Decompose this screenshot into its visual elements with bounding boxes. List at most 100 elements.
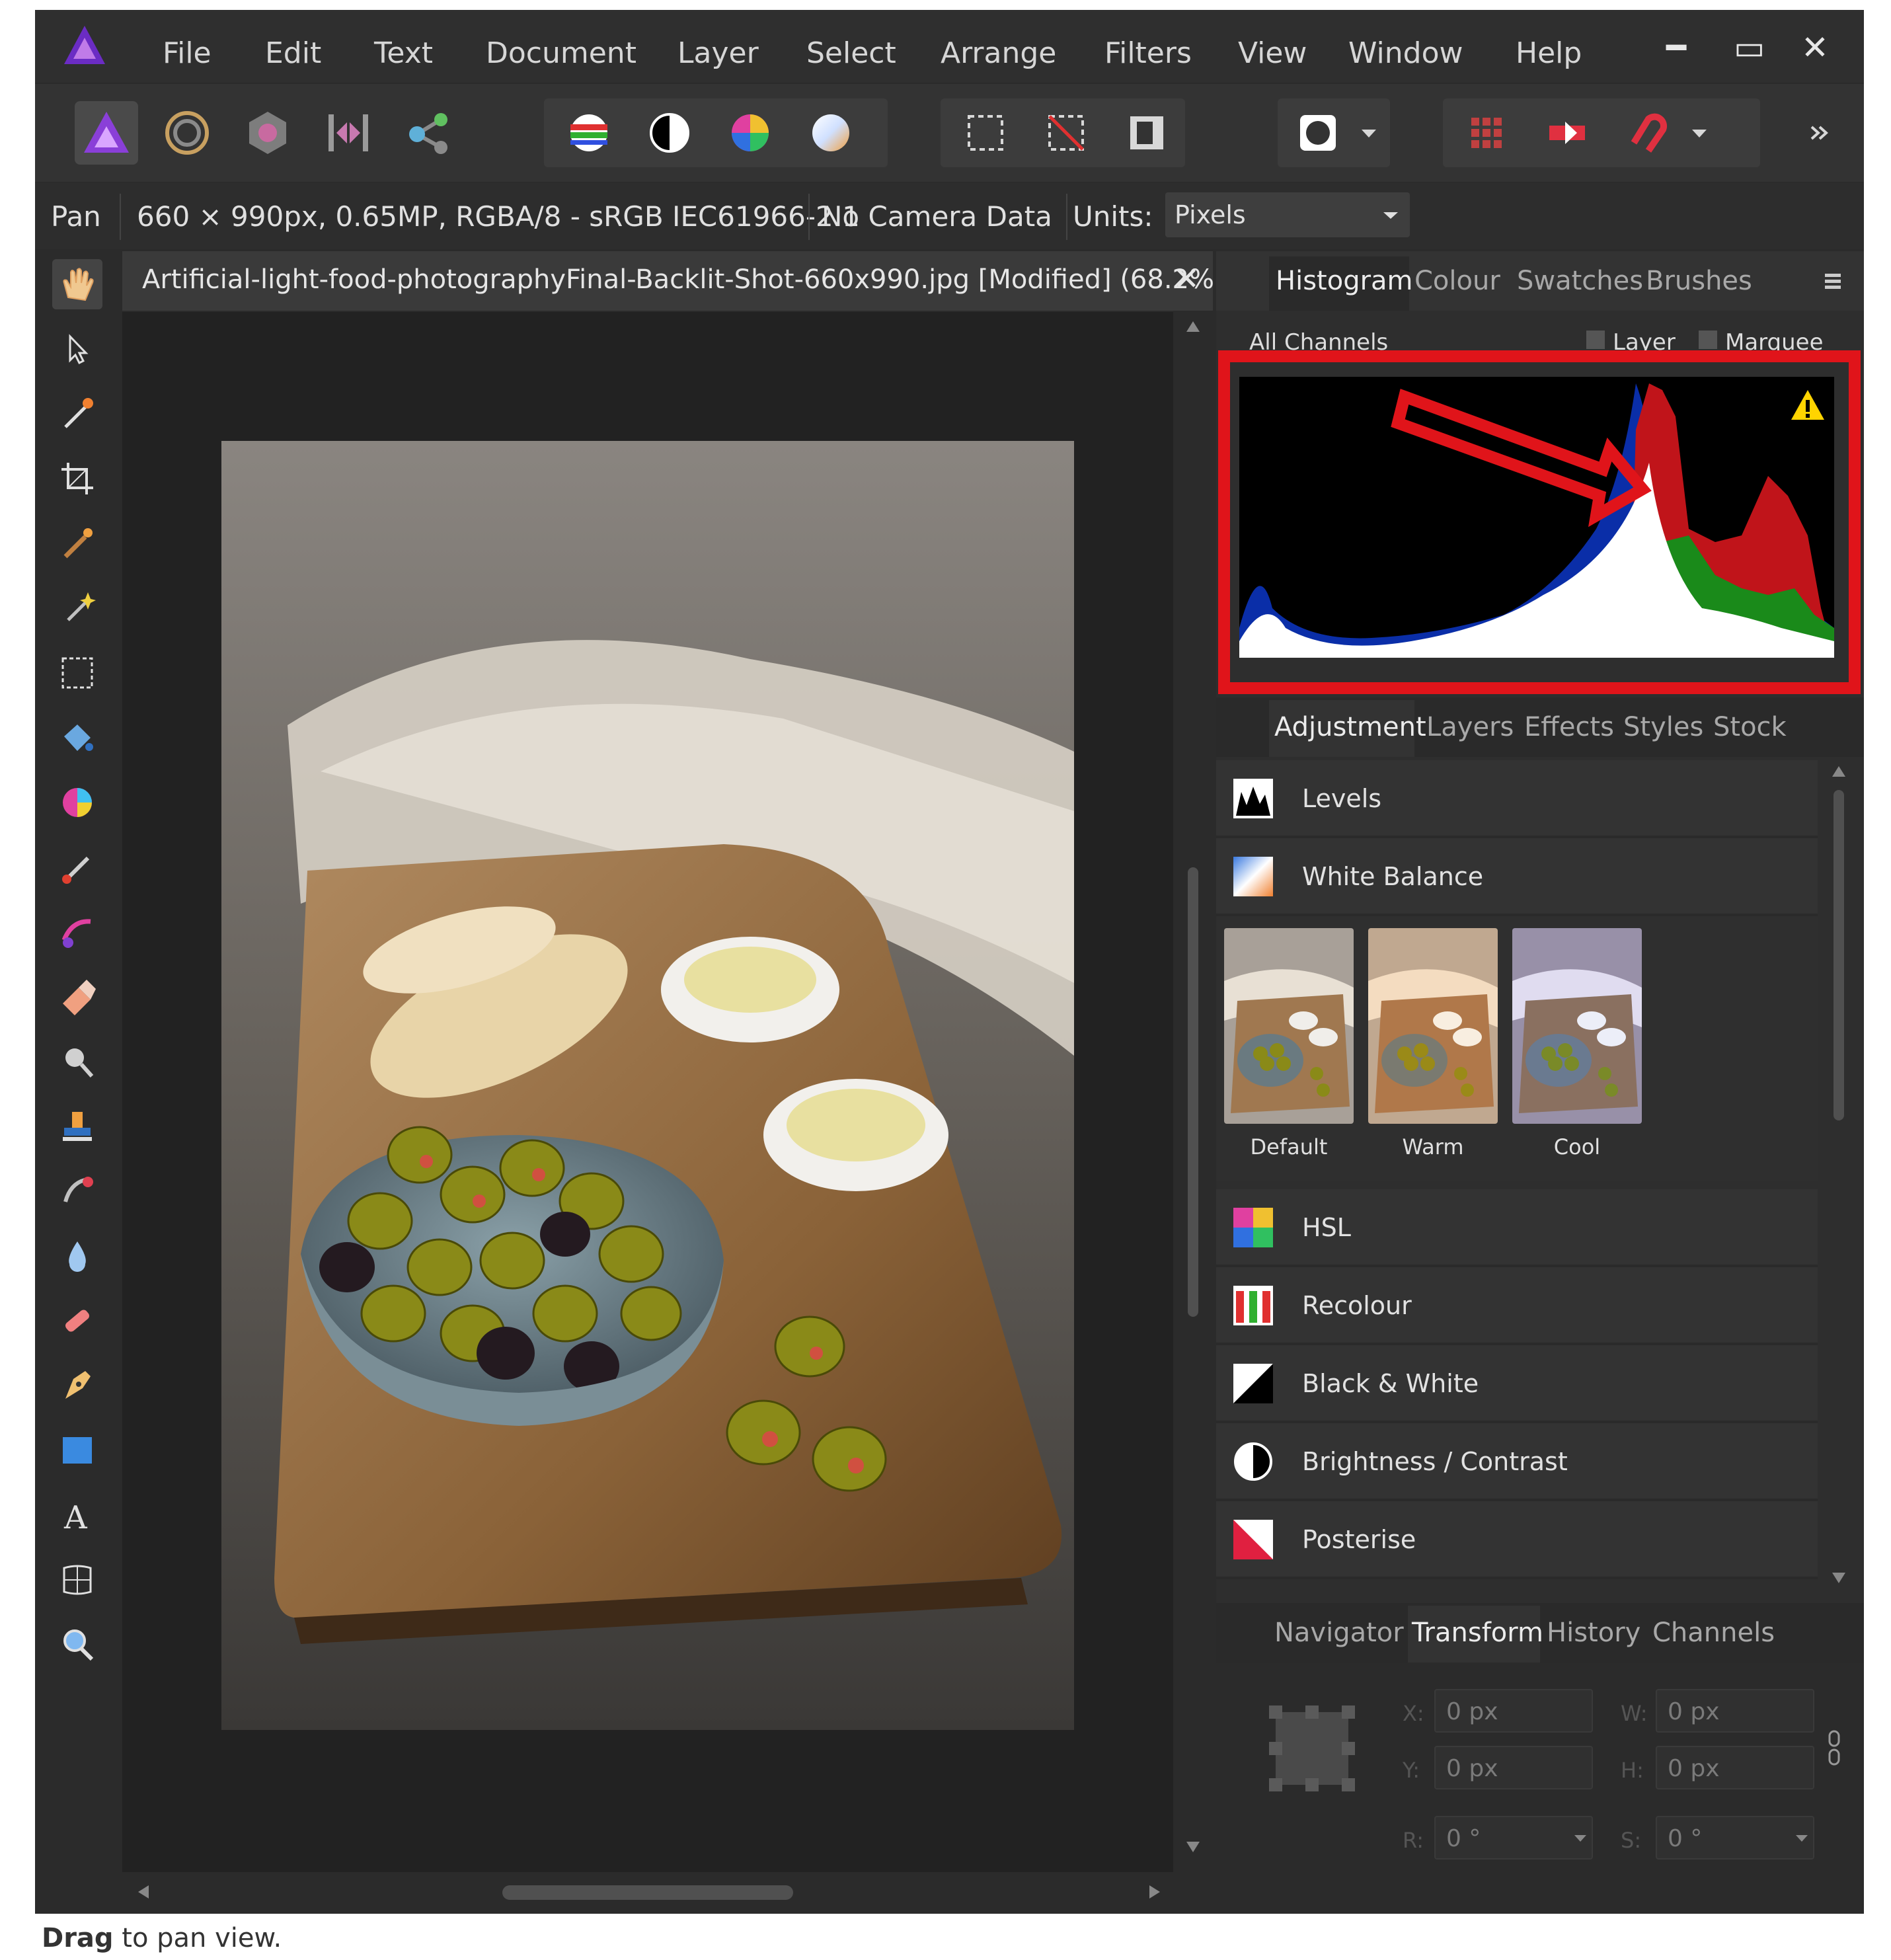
develop-persona-icon[interactable] xyxy=(236,101,299,165)
scroll-right-arrow-icon[interactable] xyxy=(1147,1884,1163,1900)
colour-wheel-icon[interactable] xyxy=(718,101,782,165)
grid-icon[interactable] xyxy=(1455,101,1518,165)
mesh-warp-icon[interactable] xyxy=(52,1555,102,1605)
tab-brushes[interactable]: Brushes xyxy=(1646,266,1752,296)
app-logo-icon[interactable] xyxy=(61,23,108,69)
tab-channels[interactable]: Channels xyxy=(1652,1618,1775,1648)
menu-file[interactable]: File xyxy=(163,36,212,70)
tab-navigator[interactable]: Navigator xyxy=(1274,1618,1404,1648)
healing-brush-icon[interactable] xyxy=(52,1166,102,1216)
adjustment-white-balance[interactable]: White Balance xyxy=(1216,838,1818,916)
adjustment-posterise[interactable]: Posterise xyxy=(1216,1501,1818,1579)
adjustment-hsl[interactable]: HSL xyxy=(1216,1189,1818,1267)
preset-warm[interactable] xyxy=(1368,928,1498,1124)
toolbar-overflow-icon[interactable] xyxy=(1800,101,1839,165)
tab-adjustment[interactable]: Adjustment xyxy=(1274,712,1426,742)
units-select[interactable]: Pixels xyxy=(1165,192,1410,237)
anchor-grid-icon[interactable] xyxy=(1269,1705,1355,1791)
menu-view[interactable]: View xyxy=(1238,36,1307,70)
adjustment-black-white[interactable]: Black & White xyxy=(1216,1345,1818,1423)
menu-arrange[interactable]: Arrange xyxy=(941,36,1056,70)
chevron-down-icon[interactable] xyxy=(1795,1831,1809,1846)
deselect-icon[interactable] xyxy=(1034,101,1098,165)
scroll-left-arrow-icon[interactable] xyxy=(135,1884,151,1900)
minimize-button[interactable]: ━ xyxy=(1666,28,1686,67)
preset-default[interactable] xyxy=(1224,928,1354,1124)
clone-stamp-icon[interactable] xyxy=(52,1101,102,1152)
menu-select[interactable]: Select xyxy=(806,36,896,70)
paint-brush-icon[interactable] xyxy=(52,842,102,892)
menu-filters[interactable]: Filters xyxy=(1104,36,1192,70)
scroll-down-arrow-icon[interactable] xyxy=(1185,1839,1201,1855)
tab-effects[interactable]: Effects xyxy=(1524,712,1614,742)
panel-menu-icon[interactable] xyxy=(1821,268,1847,295)
tab-transform[interactable]: Transform xyxy=(1412,1618,1543,1648)
zoom-tool-magnifier-icon[interactable] xyxy=(52,1620,102,1670)
tab-stock[interactable]: Stock xyxy=(1713,712,1787,742)
close-document-button[interactable]: ✕ xyxy=(1173,260,1200,297)
menu-window[interactable]: Window xyxy=(1348,36,1463,70)
scroll-up-arrow-icon[interactable] xyxy=(1185,319,1201,334)
pen-tool-icon[interactable] xyxy=(52,1360,102,1411)
liquify-persona-icon[interactable] xyxy=(155,101,219,165)
snapping-magnet-icon[interactable] xyxy=(1616,101,1679,165)
adjustment-recolour[interactable]: Recolour xyxy=(1216,1267,1818,1345)
assistant-icon[interactable] xyxy=(1535,101,1599,165)
menu-edit[interactable]: Edit xyxy=(265,36,321,70)
rectangle-shape-icon[interactable] xyxy=(52,1425,102,1475)
levels-quick-icon[interactable] xyxy=(557,101,621,165)
marquee-checkbox[interactable] xyxy=(1699,331,1717,349)
chevron-down-icon[interactable] xyxy=(1573,1831,1588,1846)
contrast-quick-icon[interactable] xyxy=(638,101,701,165)
h-field[interactable]: 0 px xyxy=(1656,1746,1814,1789)
adjustment-levels[interactable]: Levels xyxy=(1216,760,1818,838)
marquee-tool-icon[interactable] xyxy=(52,648,102,698)
tab-history[interactable]: History xyxy=(1547,1618,1640,1648)
colour-replacement-brush-icon[interactable] xyxy=(52,777,102,828)
erase-brush-icon[interactable] xyxy=(52,972,102,1022)
white-balance-quick-icon[interactable] xyxy=(799,101,863,165)
flood-select-wand-icon[interactable] xyxy=(52,583,102,633)
tab-styles[interactable]: Styles xyxy=(1623,712,1703,742)
vertical-scrollbar[interactable] xyxy=(1173,312,1213,1872)
colour-picker-icon[interactable] xyxy=(52,389,102,439)
mixer-brush-icon[interactable] xyxy=(52,907,102,957)
horizontal-scroll-thumb[interactable] xyxy=(502,1885,793,1900)
tab-swatches[interactable]: Swatches xyxy=(1517,266,1643,296)
photo-persona-icon[interactable] xyxy=(75,101,138,165)
tab-layers[interactable]: Layers xyxy=(1426,712,1514,742)
document-tab[interactable]: Artificial-light-food-photographyFinal-B… xyxy=(122,251,1225,311)
text-tool-icon[interactable]: A xyxy=(52,1490,102,1540)
inpainting-brush-icon[interactable] xyxy=(52,1296,102,1346)
adjustment-brightness-contrast[interactable]: Brightness / Contrast xyxy=(1216,1423,1818,1501)
pan-tool-hand-icon[interactable] xyxy=(52,259,102,309)
selection-brush-icon[interactable] xyxy=(52,518,102,568)
vertical-scroll-thumb[interactable] xyxy=(1188,867,1198,1317)
menu-help[interactable]: Help xyxy=(1516,36,1582,70)
snapping-dropdown-arrow[interactable] xyxy=(1686,101,1713,165)
dodge-burn-icon[interactable] xyxy=(52,1037,102,1087)
x-field[interactable]: 0 px xyxy=(1434,1689,1593,1733)
tab-colour[interactable]: Colour xyxy=(1414,266,1500,296)
maximize-button[interactable]: ▭ xyxy=(1734,28,1765,67)
invert-selection-icon[interactable] xyxy=(1115,101,1178,165)
move-tool-arrow-icon[interactable] xyxy=(52,324,102,374)
canvas-area[interactable] xyxy=(122,312,1173,1872)
menu-document[interactable]: Document xyxy=(486,36,637,70)
close-window-button[interactable]: ✕ xyxy=(1801,28,1829,67)
rotation-field[interactable]: 0 ° xyxy=(1434,1816,1593,1860)
tone-mapping-persona-icon[interactable] xyxy=(317,101,380,165)
shear-field[interactable]: 0 ° xyxy=(1656,1816,1814,1860)
lock-aspect-link-icon[interactable] xyxy=(1824,1729,1844,1768)
channel-select[interactable]: All Channels xyxy=(1243,325,1481,352)
crop-tool-icon[interactable] xyxy=(52,453,102,504)
preset-cool[interactable] xyxy=(1512,928,1642,1124)
layer-checkbox[interactable] xyxy=(1586,331,1605,349)
y-field[interactable]: 0 px xyxy=(1434,1746,1593,1789)
mask-dropdown-arrow[interactable] xyxy=(1356,101,1382,165)
horizontal-scrollbar[interactable] xyxy=(122,1872,1213,1912)
adjustment-scroll-thumb[interactable] xyxy=(1833,790,1844,1120)
menu-text[interactable]: Text xyxy=(374,36,433,70)
quick-mask-icon[interactable] xyxy=(1286,101,1350,165)
scroll-down-arrow-icon[interactable] xyxy=(1831,1570,1847,1586)
